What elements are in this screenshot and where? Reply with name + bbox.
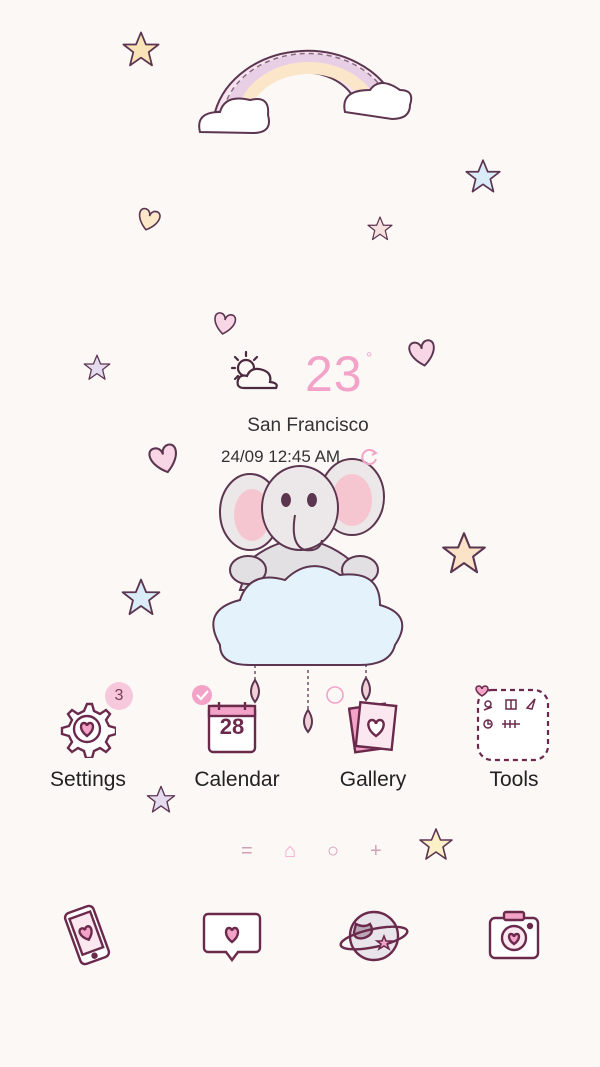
gear-heart-icon	[60, 702, 116, 758]
star-icon	[83, 354, 111, 380]
star-icon	[146, 785, 176, 813]
camera-icon[interactable]	[484, 908, 544, 964]
unread-dot-icon	[326, 686, 344, 704]
home-dot-icon[interactable]: ⌂	[284, 840, 296, 863]
partly-cloudy-icon	[230, 350, 278, 390]
degree-symbol: °	[366, 350, 373, 367]
star-icon	[121, 578, 161, 616]
menu-lines-icon[interactable]: =	[241, 840, 253, 863]
add-page-icon[interactable]: +	[370, 840, 382, 863]
refresh-icon[interactable]	[360, 447, 380, 467]
heart-icon	[408, 339, 435, 367]
star-icon	[419, 828, 453, 860]
heart-icon	[138, 207, 161, 231]
heart-icon	[214, 312, 237, 335]
phone-icon[interactable]	[58, 902, 116, 968]
app-label-tools: Tools	[489, 768, 539, 791]
city-name: San Francisco	[247, 415, 369, 436]
notification-badge: 3	[105, 682, 133, 710]
temperature-text: 23	[305, 346, 363, 402]
page-dot-icon[interactable]: ○	[327, 840, 339, 863]
star-icon	[367, 216, 393, 241]
star-icon	[442, 532, 486, 574]
app-label-gallery: Gallery	[339, 768, 407, 791]
internet-planet-icon[interactable]	[338, 904, 410, 968]
weather-datetime: 24/09 12:45 AM	[221, 447, 341, 466]
star-icon	[465, 159, 501, 193]
calendar-day-number: 28	[219, 714, 245, 739]
gallery-icon	[348, 700, 398, 754]
rainbow-decoration	[198, 49, 413, 135]
message-icon[interactable]	[202, 908, 262, 964]
app-label-settings: Settings	[50, 768, 126, 791]
tools-folder-icon	[475, 685, 550, 762]
star-icon	[122, 31, 160, 67]
heart-icon	[148, 443, 177, 474]
app-label-calendar: Calendar	[194, 768, 280, 791]
